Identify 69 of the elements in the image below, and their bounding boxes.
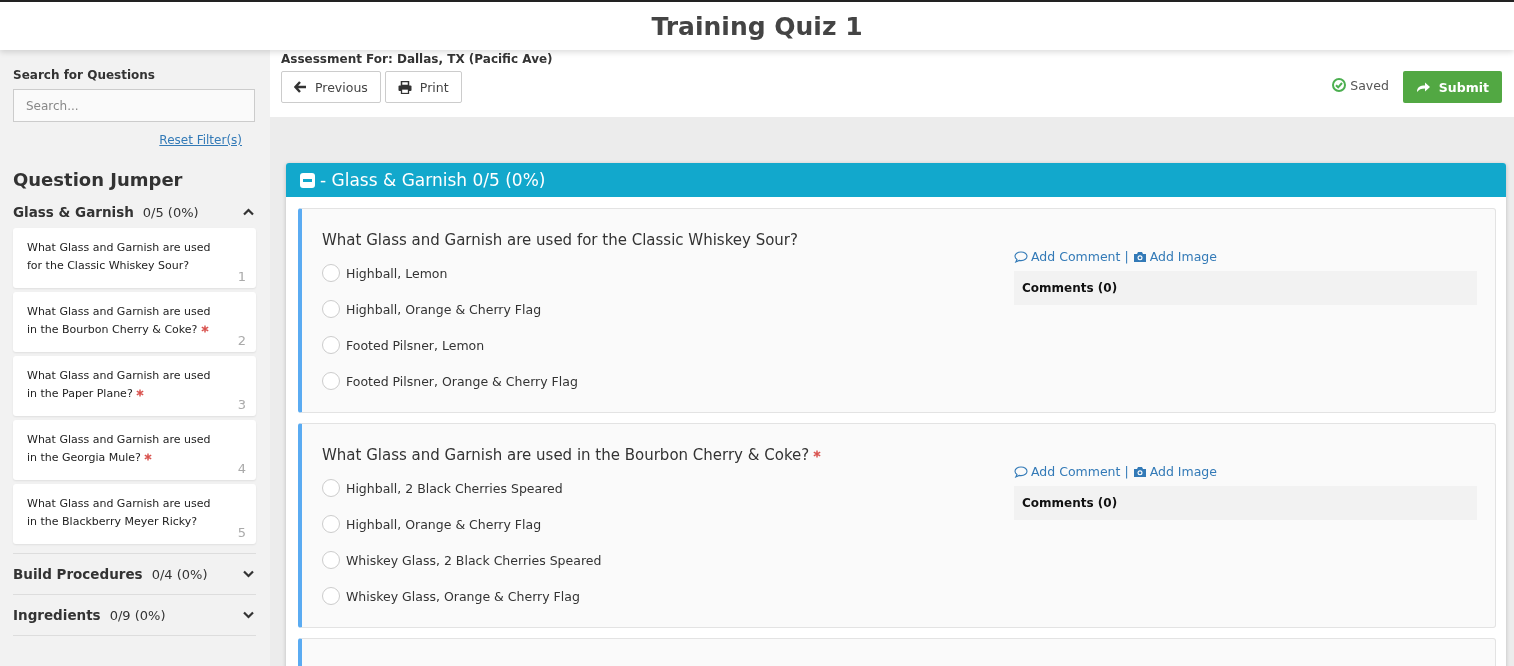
- section-title: - Glass & Garnish 0/5 (0%): [320, 170, 546, 190]
- comments-count: Comments (0): [1022, 496, 1118, 510]
- add-image-link[interactable]: Add Image: [1132, 249, 1217, 264]
- page-title: Training Quiz 1: [651, 11, 863, 41]
- option-label[interactable]: Footed Pilsner, Orange & Cherry Flag: [346, 373, 578, 389]
- option-label[interactable]: Highball, Orange & Cherry Flag: [346, 301, 542, 317]
- radio-button[interactable]: [322, 551, 340, 569]
- option-label[interactable]: Highball, Lemon: [346, 265, 448, 281]
- add-image-link[interactable]: Add Image: [1132, 464, 1217, 479]
- search-field[interactable]: Search...: [13, 89, 255, 122]
- reset-filters-link[interactable]: Reset Filter(s): [159, 133, 242, 147]
- saved-status: Saved: [1332, 77, 1389, 93]
- option-label[interactable]: Footed Pilsner, Lemon: [346, 337, 485, 353]
- radio-button[interactable]: [322, 372, 340, 390]
- section-name[interactable]: Ingredients: [13, 607, 101, 623]
- section-name[interactable]: Glass & Garnish: [13, 204, 134, 220]
- add-comment-link[interactable]: Add Comment: [1014, 464, 1121, 479]
- search-label: Search for Questions: [13, 68, 156, 82]
- question-link-card[interactable]: What Glass and Garnish are used for the Classic Whiskey Sour? 1: [13, 228, 256, 288]
- option-label[interactable]: Highball, 2 Black Cherries Speared: [346, 480, 563, 496]
- option-label[interactable]: Highball, Orange & Cherry Flag: [346, 516, 542, 532]
- speech-bubble-icon: [1014, 465, 1028, 478]
- option-label[interactable]: Whiskey Glass, 2 Black Cherries Speared: [346, 552, 602, 568]
- chevron-up-icon[interactable]: [243, 208, 254, 216]
- comments-count: Comments (0): [1022, 281, 1118, 295]
- question-link-text: What Glass and Garnish are used in the Bourbon Cherry & Coke?: [27, 304, 212, 338]
- question-link-text: What Glass and Garnish are used for the Classic Whiskey Sour?: [27, 240, 212, 274]
- section-score: 0/9 (0%): [109, 607, 167, 623]
- option-label[interactable]: Whiskey Glass, Orange & Cherry Flag: [346, 588, 580, 604]
- question-number: 1: [237, 269, 246, 284]
- section-score: 0/4 (0%): [151, 566, 209, 582]
- radio-button[interactable]: [322, 300, 340, 318]
- print-button[interactable]: Print: [384, 71, 462, 103]
- radio-button[interactable]: [322, 587, 340, 605]
- jumper-heading: Question Jumper: [13, 169, 184, 190]
- camera-icon: [1132, 250, 1147, 263]
- radio-button[interactable]: [322, 515, 340, 533]
- question-number: 2: [237, 333, 246, 348]
- question-text: What Glass and Garnish are used for the Classic Whiskey Sour?: [322, 231, 798, 249]
- question-link-text: What Glass and Garnish are used in the Blackberry Meyer Ricky?: [27, 496, 212, 530]
- check-circle-icon: [1332, 78, 1347, 92]
- add-comment-link[interactable]: Add Comment: [1014, 249, 1121, 264]
- radio-button[interactable]: [322, 264, 340, 282]
- link-separator: |: [1124, 464, 1129, 479]
- printer-icon: [397, 80, 412, 94]
- question-link-card[interactable]: What Glass and Garnish are used in the Blackberry Meyer Ricky? 5: [13, 484, 256, 544]
- share-arrow-icon: [1415, 81, 1431, 93]
- speech-bubble-icon: [1014, 250, 1028, 263]
- radio-button[interactable]: [322, 336, 340, 354]
- arrow-left-icon: [294, 81, 307, 93]
- link-separator: |: [1124, 249, 1129, 264]
- chevron-down-icon[interactable]: [243, 570, 254, 578]
- question-link-card[interactable]: What Glass and Garnish are used in the Georgia Mule? 4: [13, 420, 256, 480]
- question-number: 5: [237, 525, 246, 540]
- question-text: What Glass and Garnish are used in the Bourbon Cherry & Coke?: [322, 446, 810, 464]
- section-name[interactable]: Build Procedures: [13, 566, 143, 582]
- camera-icon: [1132, 465, 1147, 478]
- question-link-card[interactable]: What Glass and Garnish are used in the Paper Plane? 3: [13, 356, 256, 416]
- question-number: 3: [237, 397, 246, 412]
- section-score: 0/5 (0%): [142, 204, 200, 220]
- radio-button[interactable]: [322, 479, 340, 497]
- assessment-label: Assessment For: Dallas, TX (Pacific Ave): [281, 52, 554, 66]
- collapse-icon[interactable]: [300, 172, 315, 188]
- chevron-down-icon[interactable]: [243, 611, 254, 619]
- question-link-text: What Glass and Garnish are used in the Paper Plane?: [27, 368, 212, 402]
- previous-button[interactable]: Previous: [281, 71, 381, 103]
- question-link-card[interactable]: What Glass and Garnish are used in the Bourbon Cherry & Coke? 2: [13, 292, 256, 352]
- question-link-text: What Glass and Garnish are used in the Georgia Mule?: [27, 432, 212, 466]
- question-number: 4: [237, 461, 246, 476]
